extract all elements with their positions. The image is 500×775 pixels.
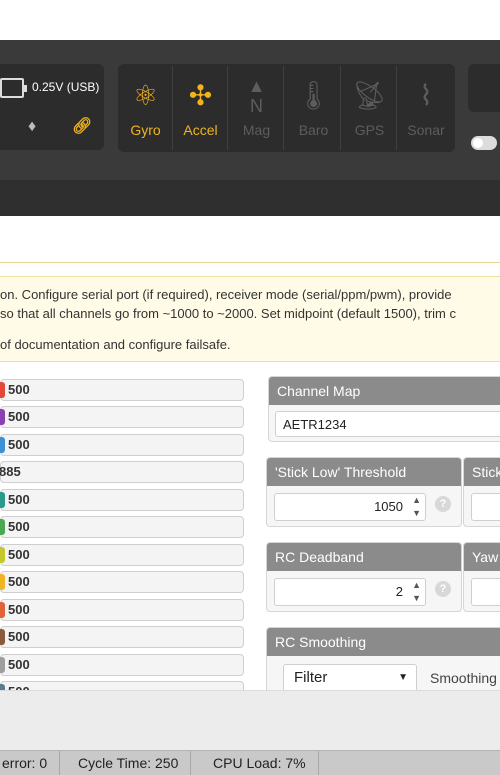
battery-icon bbox=[0, 78, 27, 98]
channel-bars: 500 500 500 885 500 500 500 500 500 500 … bbox=[0, 376, 244, 690]
content-divider bbox=[0, 262, 500, 263]
channel-value: 500 bbox=[8, 547, 30, 562]
stick-low-value: 1050 bbox=[374, 499, 403, 514]
channel-value: 500 bbox=[8, 409, 30, 424]
smoothing-label: Smoothing bbox=[430, 670, 497, 686]
gyro-icon: ⚛ bbox=[132, 80, 159, 111]
yaw-deadband-panel: Yaw bbox=[463, 542, 500, 612]
channel-map-panel: Channel Map AETR1234 bbox=[268, 376, 500, 442]
channel-bar-5: 500 bbox=[0, 489, 244, 511]
status-cpu-load: CPU Load: 7% bbox=[201, 751, 319, 775]
channel-bar-6: 500 bbox=[0, 516, 244, 538]
yaw-deadband-input[interactable] bbox=[471, 578, 500, 606]
sensor-baro: 🌡︎ Baro bbox=[287, 66, 341, 150]
channel-bar-8: 500 bbox=[0, 571, 244, 593]
baro-icon: 🌡︎ bbox=[295, 80, 332, 111]
mag-icon: ▲ N bbox=[247, 76, 266, 116]
help-icon[interactable]: ? bbox=[435, 581, 451, 597]
channel-value: 885 bbox=[0, 464, 21, 479]
sensor-accel: ✣ Accel bbox=[174, 66, 228, 150]
channel-map-input[interactable]: AETR1234 bbox=[275, 411, 500, 437]
channel-value: 500 bbox=[8, 602, 30, 617]
chevron-down-icon: ▼ bbox=[398, 672, 408, 683]
channel-value: 500 bbox=[8, 629, 30, 644]
rc-deadband-spinner[interactable]: ▲ ▼ bbox=[412, 579, 421, 605]
status-cycle-time: Cycle Time: 250 bbox=[66, 751, 192, 775]
channel-color-mark bbox=[0, 519, 5, 535]
channel-bar-4: 885 bbox=[0, 461, 244, 483]
sonar-icon: ⌇ bbox=[419, 80, 433, 111]
channel-value: 500 bbox=[8, 682, 30, 690]
channel-color-mark bbox=[0, 437, 5, 453]
stick-low-input[interactable]: 1050 ▲ ▼ bbox=[274, 493, 426, 521]
note-line-3: of documentation and configure failsafe. bbox=[0, 337, 231, 352]
channel-bar-10: 500 bbox=[0, 626, 244, 648]
channel-bar-12: 500 bbox=[0, 681, 244, 690]
note-line-2: so that all channels go from ~1000 to ~2… bbox=[0, 306, 456, 321]
channel-color-mark bbox=[0, 629, 5, 645]
rc-deadband-value: 2 bbox=[395, 584, 403, 599]
parachute-icon: ♦ bbox=[28, 118, 37, 135]
bottom-toolbar bbox=[0, 690, 500, 750]
status-error-count: error: 0 bbox=[0, 751, 61, 775]
battery-panel bbox=[0, 64, 104, 150]
sensor-sonar-label: Sonar bbox=[407, 122, 445, 138]
channel-color-mark bbox=[0, 382, 5, 398]
sensor-gyro: ⚛ Gyro bbox=[119, 66, 173, 150]
rc-smoothing-selected: Filter bbox=[294, 669, 328, 686]
note-line-1: on. Configure serial port (if required),… bbox=[0, 287, 452, 302]
status-bar: error: 0 Cycle Time: 250 CPU Load: 7% bbox=[0, 750, 500, 775]
receiver-instructions-note: on. Configure serial port (if required),… bbox=[0, 276, 500, 362]
rc-smoothing-panel: RC Smoothing Filter ▼ Smoothing bbox=[266, 627, 500, 697]
channel-value: 500 bbox=[8, 657, 30, 672]
channel-value: 500 bbox=[8, 382, 30, 397]
channel-value: 500 bbox=[8, 519, 30, 534]
rc-deadband-panel: RC Deadband 2 ▲ ▼ ? bbox=[266, 542, 462, 612]
rc-smoothing-title: RC Smoothing bbox=[267, 628, 500, 656]
accel-icon: ✣ bbox=[188, 80, 213, 111]
sensor-sonar: ⌇ Sonar bbox=[399, 66, 453, 150]
sensor-accel-label: Accel bbox=[183, 122, 218, 138]
channel-value: 500 bbox=[8, 574, 30, 589]
sensor-baro-label: Baro bbox=[298, 122, 329, 138]
link-icon[interactable]: 🔗︎ bbox=[72, 116, 92, 136]
stick-high-input[interactable] bbox=[471, 493, 500, 521]
rc-deadband-input[interactable]: 2 ▲ ▼ bbox=[274, 578, 426, 606]
connect-button[interactable] bbox=[468, 64, 500, 112]
sensor-gps: 📡︎ GPS bbox=[343, 66, 397, 150]
help-icon[interactable]: ? bbox=[435, 496, 451, 512]
sensor-mag-label: Mag bbox=[242, 122, 271, 138]
channel-bar-7: 500 bbox=[0, 544, 244, 566]
expert-mode-toggle[interactable] bbox=[471, 136, 497, 150]
top-margin bbox=[0, 0, 500, 40]
battery-voltage: 0.25V (USB) bbox=[32, 80, 100, 94]
sensor-gps-label: GPS bbox=[354, 122, 385, 138]
channel-color-mark bbox=[0, 409, 5, 425]
sensor-gyro-label: Gyro bbox=[130, 122, 161, 138]
channel-value: 500 bbox=[8, 492, 30, 507]
header-tab-strip bbox=[0, 180, 500, 216]
yaw-deadband-title: Yaw bbox=[464, 543, 500, 571]
channel-color-mark bbox=[0, 574, 5, 590]
stick-low-spinner[interactable]: ▲ ▼ bbox=[412, 494, 421, 520]
stick-high-title: Stick bbox=[464, 458, 500, 486]
rc-smoothing-select[interactable]: Filter ▼ bbox=[283, 664, 417, 692]
stick-low-threshold-panel: 'Stick Low' Threshold 1050 ▲ ▼ ? bbox=[266, 457, 462, 527]
sensor-mag: ▲ N Mag bbox=[230, 66, 284, 150]
channel-bar-2: 500 bbox=[0, 406, 244, 428]
channel-bar-11: 500 bbox=[0, 654, 244, 676]
channel-color-mark bbox=[0, 492, 5, 508]
gps-icon: 📡︎ bbox=[351, 80, 388, 111]
channel-bar-9: 500 bbox=[0, 599, 244, 621]
stick-high-threshold-panel: Stick bbox=[463, 457, 500, 527]
rc-deadband-title: RC Deadband bbox=[267, 543, 461, 571]
channel-map-title: Channel Map bbox=[269, 377, 500, 405]
channel-bar-1: 500 bbox=[0, 379, 244, 401]
channel-color-mark bbox=[0, 657, 5, 673]
channel-value: 500 bbox=[8, 437, 30, 452]
channel-color-mark bbox=[0, 602, 5, 618]
channel-bar-3: 500 bbox=[0, 434, 244, 456]
stick-low-title: 'Stick Low' Threshold bbox=[267, 458, 461, 486]
channel-color-mark bbox=[0, 547, 5, 563]
